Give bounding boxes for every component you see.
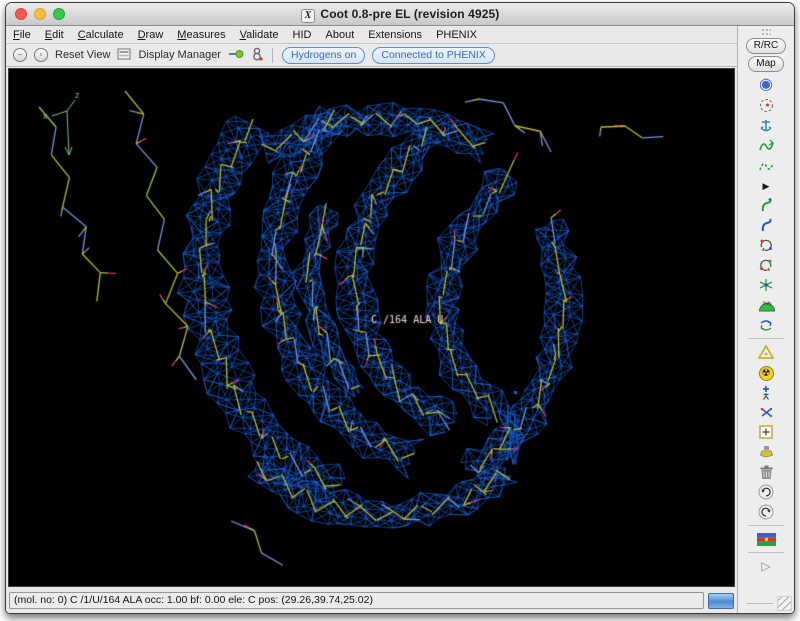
menu-item-file[interactable]: File — [13, 29, 31, 41]
molecule-3d-viewport[interactable] — [8, 68, 735, 587]
redo-icon[interactable] — [738, 502, 794, 522]
regularize-icon[interactable] — [738, 155, 794, 175]
title-bar[interactable]: XCoot 0.8-pre EL (revision 4925) — [6, 3, 794, 26]
modelling-sidebar: R/RC Map ◉ ▶ Side ☢ ▷ — [737, 26, 794, 613]
main-toolbar: – ▫ Reset View Display Manager Hydrogens… — [6, 44, 737, 67]
simple-mutate-icon[interactable] — [738, 382, 794, 402]
menu-item-about[interactable]: About — [326, 29, 355, 41]
rotamer-select-icon[interactable] — [738, 255, 794, 275]
menu-item-validate[interactable]: Validate — [240, 29, 279, 41]
edit-chi-angles-icon[interactable] — [738, 275, 794, 295]
display-manager-icon — [117, 48, 131, 63]
horizontal-scroll-thumb[interactable] — [708, 593, 734, 609]
key-icon[interactable] — [228, 49, 244, 62]
phenix-connection-button[interactable]: Connected to PHENIX — [372, 47, 494, 64]
svg-text:Side: Side — [762, 300, 772, 305]
flip-peptide-icon[interactable] — [738, 315, 794, 335]
sidebar-separator — [748, 525, 784, 526]
menu-bar: File Edit Calculate Draw Measures Validate HID… — [6, 26, 737, 44]
auto-fit-rotamer-icon[interactable] — [738, 235, 794, 255]
display-manager-button[interactable]: Display Manager — [138, 49, 221, 61]
rigid-body-fit-icon[interactable] — [738, 195, 794, 215]
anchor-icon[interactable] — [738, 115, 794, 135]
expander-triangle-icon[interactable]: ▶ — [738, 175, 794, 195]
undo-icon[interactable] — [738, 482, 794, 502]
side-view-icon[interactable]: Side — [738, 295, 794, 315]
play-icon[interactable]: ▷ — [738, 556, 794, 576]
menu-item-calculate[interactable]: Calculate — [78, 29, 124, 41]
find-waters-icon[interactable] — [738, 442, 794, 462]
menu-item-extensions[interactable]: Extensions — [368, 29, 422, 41]
menu-item-measures[interactable]: Measures — [177, 29, 225, 41]
stop-icon[interactable]: ▫ — [34, 48, 48, 62]
add-terminal-residue-icon[interactable] — [738, 402, 794, 422]
menu-item-draw[interactable]: Draw — [138, 29, 164, 41]
reset-view-button[interactable]: Reset View — [55, 49, 110, 61]
menu-item-hid[interactable]: HID — [293, 29, 312, 41]
sidebar-separator — [748, 338, 784, 339]
x11-app-icon: X — [301, 9, 316, 23]
real-space-refine-icon[interactable] — [738, 135, 794, 155]
trackball-icon[interactable] — [738, 95, 794, 115]
mutate-autofit-icon[interactable]: ☢ — [738, 362, 794, 382]
window-resize-grip[interactable] — [777, 596, 792, 611]
add-alt-conf-icon[interactable] — [738, 422, 794, 442]
rrc-button[interactable]: R/RC — [746, 38, 786, 54]
hydrogens-toggle-button[interactable]: Hydrogens on — [282, 47, 365, 64]
toolbar-grip-icon[interactable] — [761, 28, 771, 36]
map-button[interactable]: Map — [748, 56, 783, 72]
run-refmac-icon[interactable] — [738, 529, 794, 549]
menu-item-edit[interactable]: Edit — [45, 29, 64, 41]
sidebar-scroll-track[interactable] — [746, 603, 773, 604]
hydrogen-figure-icon[interactable] — [251, 47, 263, 64]
menu-item-phenix[interactable]: PHENIX — [436, 29, 477, 41]
globe-icon[interactable]: ◉ — [738, 75, 794, 95]
atom-status-text: (mol. no: 0) C /1/U/164 ALA occ: 1.00 bf… — [9, 592, 704, 609]
rotate-translate-icon[interactable] — [738, 215, 794, 235]
coot-window: XCoot 0.8-pre EL (revision 4925) File Edi… — [5, 2, 795, 614]
side-chain-flip-icon[interactable] — [738, 342, 794, 362]
delete-item-icon[interactable] — [738, 462, 794, 482]
status-bar: (mol. no: 0) C /1/U/164 ALA occ: 1.00 bf… — [6, 588, 737, 613]
toolbar-overflow-icon[interactable]: – — [13, 48, 27, 62]
window-title: XCoot 0.8-pre EL (revision 4925) — [6, 7, 794, 21]
sidebar-separator — [748, 552, 784, 553]
